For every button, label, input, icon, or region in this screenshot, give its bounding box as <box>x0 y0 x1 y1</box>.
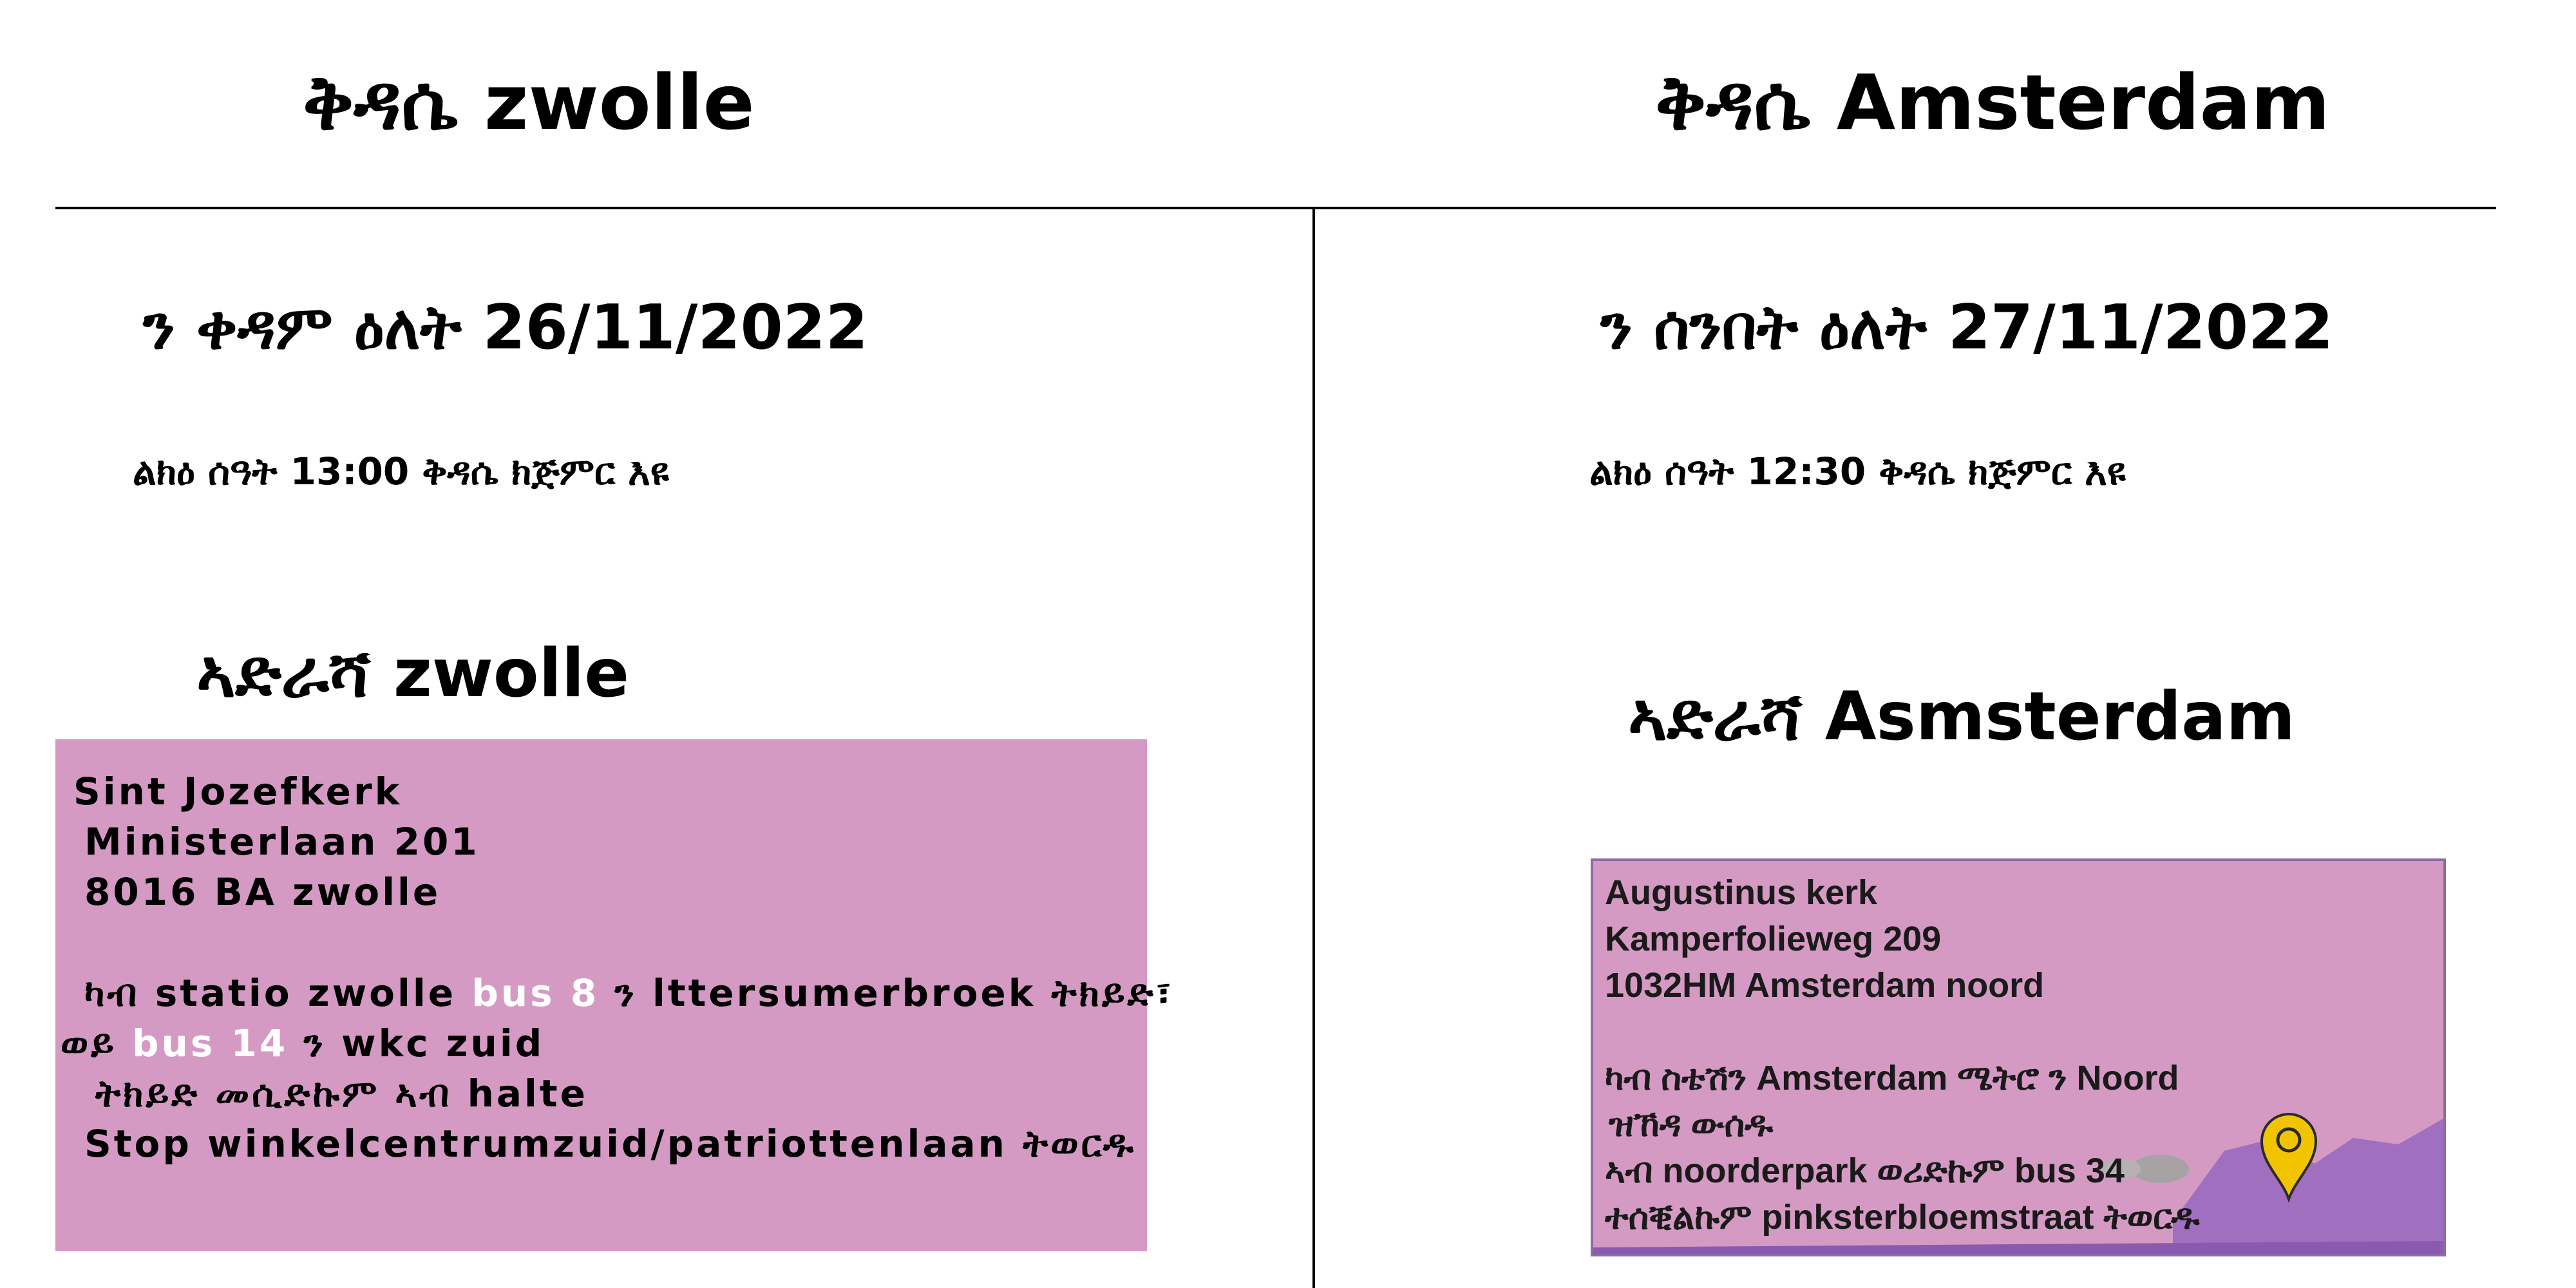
date-amsterdam: ን ሰንበት ዕለት 27/11/2022 <box>1600 292 2334 363</box>
address-line-bus34: ኣብ noorderpark ወሪድኩም bus 34 <box>1605 1151 2125 1190</box>
address-heading-zwolle: ኣድራሻ zwolle <box>196 635 630 712</box>
address-heading-amsterdam: ኣድራሻ Asmsterdam <box>1628 678 2295 755</box>
bus14-highlight: bus 14 <box>132 1021 289 1065</box>
horizontal-divider <box>55 207 2496 209</box>
address-map-box-amsterdam: Augustinus kerk Kamperfolieweg 209 1032H… <box>1591 858 2446 1256</box>
address-line-metro: ካብ ስቴሽን Amsterdam ሜትሮ ን Noord <box>1605 1059 2179 1097</box>
location-pin-icon <box>2260 1113 2318 1202</box>
address-line-street: Ministerlaan 201 <box>84 820 480 864</box>
date-zwolle: ን ቀዳም ዕለት 26/11/2022 <box>143 292 868 363</box>
address-line-take: ዝኸዳ ውሰዱ <box>1609 1105 1774 1144</box>
address-line-church: Sint Jozefkerk <box>73 770 402 813</box>
time-zwolle: ልክዕ ሰዓት 13:00 ቅዳሴ ክጅምር እዩ <box>133 450 669 493</box>
bus14-text-pre: ወይ <box>61 1021 133 1065</box>
address-line-stop: Stop winkelcentrumzuid/patriottenlaan ትወ… <box>84 1122 1136 1166</box>
bus14-text-post: ን wkc zuid <box>288 1021 545 1065</box>
address-line-pinksterbloem: ተሰቒልኩም pinksterbloemstraat ትወርዱ <box>1605 1198 2200 1236</box>
bus8-text-pre: ካብ statio zwolle <box>84 971 472 1015</box>
bus8-text-post: ን lttersumerbroek ትክይድ፣ <box>599 971 1174 1015</box>
title-amsterdam: ቅዳሴ Amsterdam <box>1655 58 2331 147</box>
address-line-postcode-ams: 1032HM Amsterdam noord <box>1605 966 2045 1005</box>
address-box-zwolle: Sint Jozefkerk Ministerlaan 201 8016 BA … <box>55 739 1171 1251</box>
time-amsterdam: ልክዕ ሰዓት 12:30 ቅዳሴ ክጅምር እዩ <box>1589 450 2126 493</box>
map-lower-strip <box>1593 1241 2443 1254</box>
title-zwolle: ቅዳሴ zwolle <box>303 58 755 147</box>
bus8-highlight: bus 8 <box>471 971 600 1015</box>
address-line-postcode: 8016 BA zwolle <box>84 870 441 914</box>
address-line-street-ams: Kamperfolieweg 209 <box>1605 920 1942 958</box>
address-line-church-ams: Augustinus kerk <box>1605 873 1878 912</box>
vertical-divider <box>1312 208 1315 1288</box>
address-line-bus14: ወይ bus 14 ን wkc zuid <box>61 1025 544 1062</box>
address-line-bus8: ካብ statio zwolle bus 8 ን lttersumerbroek… <box>84 974 1174 1012</box>
address-line-halte: ትክይድ መሲድኩም ኣብ halte <box>95 1072 588 1115</box>
